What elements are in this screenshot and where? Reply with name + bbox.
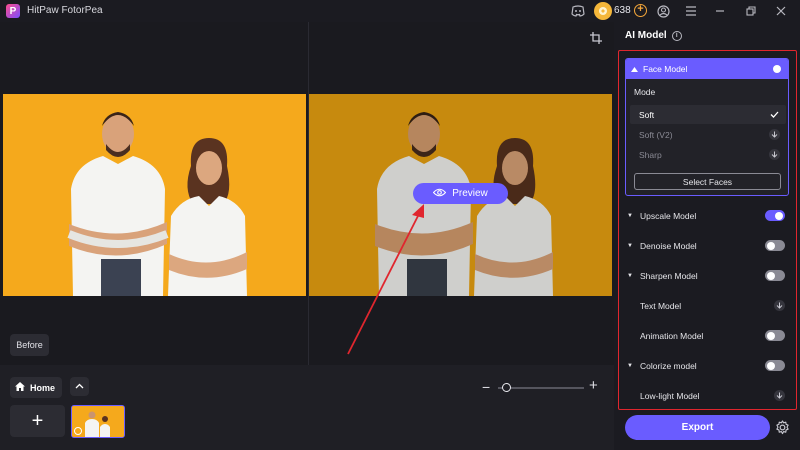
- panel-title-label: AI Model: [625, 30, 667, 41]
- eye-icon: [432, 188, 447, 200]
- image-thumbnail[interactable]: [71, 405, 125, 438]
- mode-option-sharp[interactable]: Sharp: [630, 145, 786, 164]
- sharpen-model-toggle[interactable]: [765, 270, 785, 281]
- preview-label: Preview: [452, 188, 488, 199]
- mode-option-soft[interactable]: Soft: [630, 105, 786, 124]
- home-button[interactable]: Home: [10, 377, 62, 398]
- add-coins-button[interactable]: +: [634, 4, 647, 17]
- gear-icon[interactable]: [775, 420, 790, 438]
- model-label: Text Model: [640, 301, 682, 311]
- info-icon[interactable]: i: [671, 30, 682, 41]
- mode-option-label: Soft: [639, 109, 655, 120]
- model-row-sharpen[interactable]: ▼ Sharpen Model: [625, 266, 789, 286]
- face-model-card: Face Model Mode Soft Soft (V2) Sharp Sel…: [625, 58, 789, 196]
- face-model-header[interactable]: Face Model: [626, 59, 788, 79]
- crop-icon[interactable]: [590, 32, 602, 47]
- add-image-button[interactable]: +: [10, 405, 65, 437]
- account-icon[interactable]: [654, 2, 672, 20]
- upscale-model-toggle[interactable]: [765, 210, 785, 221]
- bottom-tray: Home − + +: [0, 365, 614, 450]
- denoise-model-toggle[interactable]: [765, 240, 785, 251]
- mode-option-soft-v2[interactable]: Soft (V2): [630, 125, 786, 144]
- zoom-in-button[interactable]: +: [589, 378, 598, 393]
- model-row-text[interactable]: Text Model: [625, 296, 789, 316]
- app-logo-icon: P: [6, 4, 20, 18]
- animation-model-toggle[interactable]: [765, 330, 785, 341]
- caret-down-icon: ▼: [627, 273, 633, 279]
- mode-option-label: Soft (V2): [639, 129, 673, 140]
- checkmark-icon: [769, 109, 780, 120]
- colorize-model-toggle[interactable]: [765, 360, 785, 371]
- ai-model-panel: AI Model i Face Model Mode Soft Soft (V2…: [614, 22, 800, 450]
- model-row-colorize[interactable]: ▼ Colorize model: [625, 356, 789, 376]
- image-canvas: Preview Before: [0, 22, 614, 365]
- chevron-up-icon: [75, 381, 84, 392]
- export-button[interactable]: Export: [625, 415, 770, 440]
- app-window: P HitPaw FotorPea 638 + Preview Before H…: [0, 0, 800, 450]
- download-icon[interactable]: [769, 129, 780, 140]
- menu-icon[interactable]: [682, 2, 700, 20]
- zoom-slider-handle[interactable]: [501, 383, 511, 392]
- home-label: Home: [30, 382, 56, 393]
- restore-icon[interactable]: [742, 2, 760, 20]
- model-row-denoise[interactable]: ▼ Denoise Model: [625, 236, 789, 256]
- mode-label: Mode: [634, 87, 656, 97]
- home-icon: [15, 382, 25, 393]
- caret-up-icon: [631, 64, 638, 74]
- download-icon[interactable]: [774, 390, 785, 401]
- model-label: Upscale Model: [640, 211, 697, 221]
- face-model-label: Face Model: [643, 64, 688, 74]
- model-label: Low-light Model: [640, 391, 700, 401]
- zoom-slider[interactable]: [498, 387, 584, 389]
- discord-icon[interactable]: [569, 2, 587, 20]
- annotation-arrow: [347, 204, 424, 355]
- model-label: Sharpen Model: [640, 271, 698, 281]
- model-label: Denoise Model: [640, 241, 697, 251]
- model-row-animation[interactable]: Animation Model: [625, 326, 789, 346]
- select-faces-button[interactable]: Select Faces: [634, 173, 781, 190]
- app-title: HitPaw FotorPea: [27, 5, 103, 16]
- panel-title: AI Model i: [625, 30, 682, 41]
- mode-option-label: Sharp: [639, 149, 662, 160]
- title-bar: P HitPaw FotorPea 638 +: [0, 0, 800, 22]
- zoom-out-button[interactable]: −: [482, 380, 490, 394]
- caret-down-icon: ▼: [627, 213, 633, 219]
- caret-down-icon: ▼: [627, 363, 633, 369]
- download-icon[interactable]: [769, 149, 780, 160]
- original-image: [3, 94, 306, 296]
- model-row-upscale[interactable]: ▼ Upscale Model: [625, 206, 789, 226]
- collapse-tray-button[interactable]: [70, 377, 89, 396]
- download-icon[interactable]: [774, 300, 785, 311]
- coin-icon[interactable]: [594, 2, 612, 20]
- coin-count: 638: [614, 5, 631, 16]
- caret-down-icon: ▼: [627, 243, 633, 249]
- model-label: Colorize model: [640, 361, 697, 371]
- face-model-toggle[interactable]: [763, 63, 783, 74]
- before-button[interactable]: Before: [10, 334, 49, 356]
- minimize-icon[interactable]: [711, 2, 729, 20]
- close-icon[interactable]: [772, 2, 790, 20]
- model-row-low-light[interactable]: Low-light Model: [625, 386, 789, 406]
- model-label: Animation Model: [640, 331, 704, 341]
